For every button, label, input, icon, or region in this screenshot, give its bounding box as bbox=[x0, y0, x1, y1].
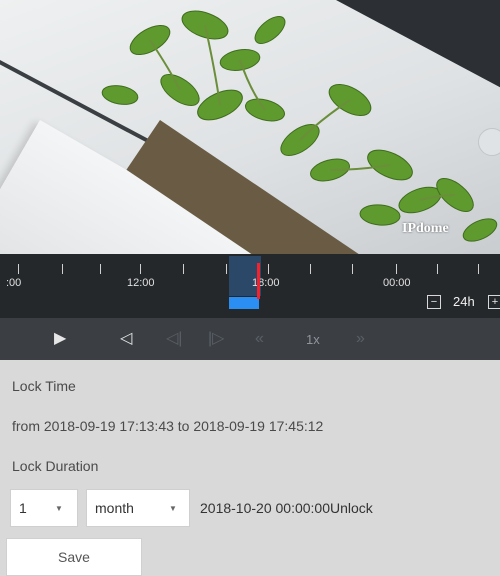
playback-speed: 1x bbox=[306, 332, 320, 347]
chevron-down-icon: ▼ bbox=[55, 504, 63, 513]
zoom-level: 24h bbox=[453, 294, 475, 309]
playhead-cursor[interactable] bbox=[257, 263, 260, 299]
timeline-label: 12:00 bbox=[127, 277, 155, 289]
timeline-tick bbox=[140, 264, 141, 274]
timeline-tick bbox=[62, 264, 63, 274]
video-watermark: IPdome bbox=[402, 221, 449, 236]
timeline-label: :00 bbox=[6, 277, 22, 289]
chevron-down-icon: ▼ bbox=[169, 504, 177, 513]
timeline-tick bbox=[268, 264, 269, 274]
speed-up-icon[interactable]: » bbox=[356, 330, 365, 348]
timeline-tick bbox=[183, 264, 184, 274]
playback-controls: ▶ ◁ ◁| |▷ « 1x » bbox=[0, 318, 500, 360]
timeline-tick bbox=[310, 264, 311, 274]
lock-time-range: from 2018-09-19 17:13:43 to 2018-09-19 1… bbox=[12, 418, 324, 434]
lock-duration-label: Lock Duration bbox=[12, 458, 99, 474]
recording-segment[interactable] bbox=[229, 297, 259, 309]
video-plants bbox=[101, 10, 498, 242]
slow-down-icon[interactable]: « bbox=[255, 330, 264, 348]
timeline-tick bbox=[478, 264, 479, 274]
duration-unit: month bbox=[95, 500, 134, 516]
save-button[interactable]: Save bbox=[6, 538, 142, 576]
reverse-play-icon[interactable]: ◁ bbox=[120, 330, 132, 348]
timeline-tick bbox=[100, 264, 101, 274]
timeline[interactable]: :00 12:00 18:00 00:00 − 24h + bbox=[0, 254, 500, 318]
timeline-tick bbox=[18, 264, 19, 274]
timeline-tick bbox=[396, 264, 397, 274]
duration-unit-select[interactable]: month ▼ bbox=[86, 489, 190, 527]
wall-fixture bbox=[478, 128, 500, 156]
timeline-tick bbox=[226, 264, 227, 274]
play-icon[interactable]: ▶ bbox=[54, 330, 66, 348]
duration-value-select[interactable]: 1 ▼ bbox=[10, 489, 78, 527]
previous-frame-icon[interactable]: ◁| bbox=[166, 330, 182, 348]
duration-value: 1 bbox=[19, 500, 27, 516]
zoom-out-button[interactable]: − bbox=[427, 295, 441, 309]
lock-time-label: Lock Time bbox=[12, 378, 76, 394]
unlock-time: 2018-10-20 00:00:00Unlock bbox=[200, 500, 373, 516]
timeline-tick bbox=[352, 264, 353, 274]
video-frame[interactable]: IPdome bbox=[0, 0, 500, 254]
zoom-in-button[interactable]: + bbox=[488, 295, 500, 309]
next-frame-icon[interactable]: |▷ bbox=[208, 330, 224, 348]
timeline-label: 00:00 bbox=[383, 277, 411, 289]
timeline-tick bbox=[437, 264, 438, 274]
